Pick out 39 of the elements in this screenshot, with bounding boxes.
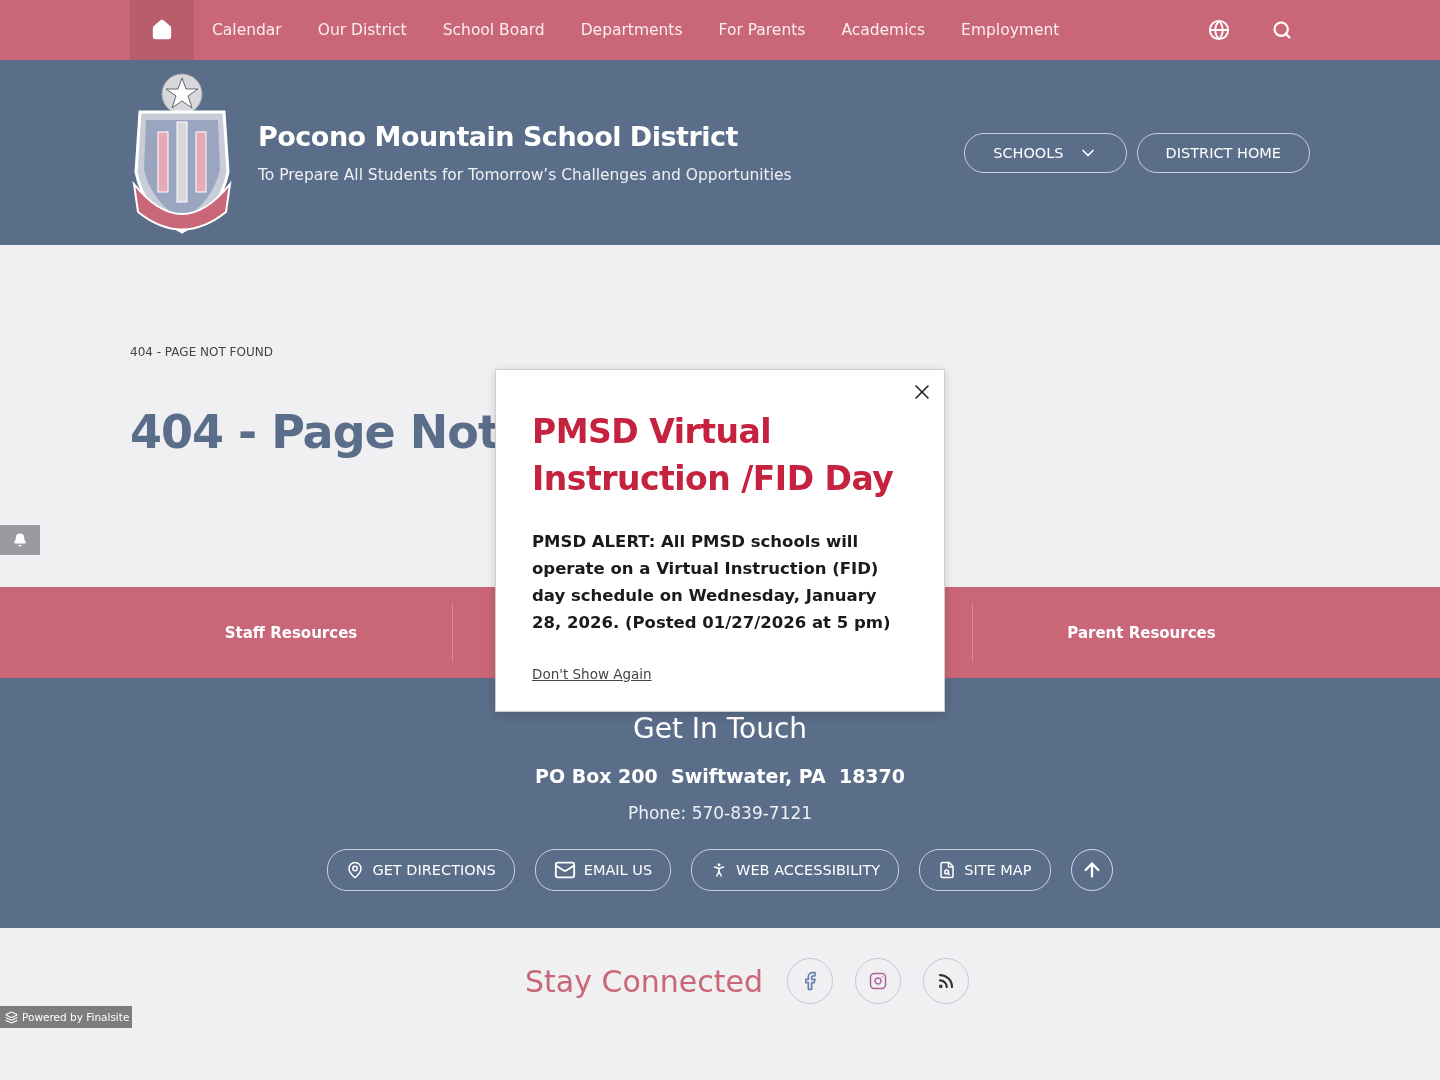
footer-link-button[interactable]: GET DIRECTIONS	[327, 849, 515, 891]
search-icon	[1272, 20, 1292, 40]
powered-by-badge[interactable]: Powered by Finalsite	[0, 1006, 132, 1028]
nav-link[interactable]: For Parents	[700, 0, 824, 60]
nav-link[interactable]: Calendar	[194, 0, 300, 60]
resource-link[interactable]: Parent Resources	[972, 603, 1310, 662]
dont-show-again-link[interactable]: Don't Show Again	[532, 666, 652, 682]
site-title: Pocono Mountain School District	[258, 121, 739, 152]
search-button[interactable]	[1272, 20, 1292, 40]
alerts-tab[interactable]	[0, 525, 40, 555]
footer-link-button[interactable]: EMAIL US	[534, 849, 672, 891]
bell-icon	[13, 533, 27, 547]
globe-icon	[1208, 19, 1230, 41]
page-heading: 404 - Page Not	[130, 405, 499, 459]
phone-text: Phone: 570-839-7121	[627, 803, 813, 823]
address-text: PO Box 200 Swiftwater, PA 18370	[534, 765, 906, 787]
instagram-icon	[869, 972, 887, 990]
breadcrumb: 404 - PAGE NOT FOUND	[130, 345, 274, 359]
layers-icon	[5, 1010, 18, 1024]
nav-link[interactable]: Our District	[299, 0, 425, 60]
home-icon	[151, 19, 173, 41]
envelope-icon	[553, 859, 576, 881]
translate-button[interactable]	[1208, 19, 1230, 41]
resource-link[interactable]: Staff Resources	[130, 603, 453, 662]
map-pin-icon	[346, 861, 365, 879]
footer-link-button[interactable]: WEB ACCESSIBILITY	[691, 849, 900, 891]
modal-body: PMSD ALERT: All PMSD schools will operate on a Virtual Instruction (FID) day schedule on Wednesday, January 28, 2026. (Posted 01/27/2026 at 5 pm)	[532, 531, 892, 634]
modal-title: PMSD Virtual Instruction /FID Day	[532, 411, 895, 500]
sitemap-icon	[938, 861, 957, 879]
social-title: Stay Connected	[525, 963, 763, 999]
nav-link[interactable]: Departments	[562, 0, 701, 60]
nav-link[interactable]: Employment	[943, 0, 1078, 60]
nav-link[interactable]: Academics	[823, 0, 944, 60]
nav-link[interactable]: School Board	[424, 0, 563, 60]
footer-link-button[interactable]: SITE MAP	[919, 849, 1051, 891]
rss-icon	[937, 972, 955, 990]
home-button[interactable]	[130, 0, 194, 60]
site-tagline: To Prepare All Students for Tomorrow’s Challenges and Opportunities	[258, 166, 792, 184]
contact-title: Get In Touch	[632, 712, 808, 745]
